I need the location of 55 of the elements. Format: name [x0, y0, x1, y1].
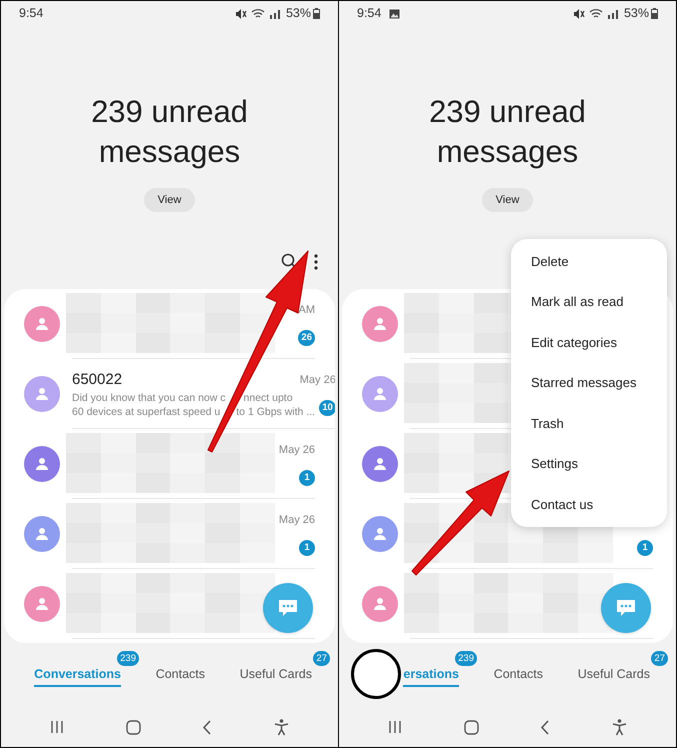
unread-badge: 26 — [298, 330, 315, 346]
menu-item[interactable]: Trash — [511, 403, 667, 444]
accessibility-icon[interactable] — [274, 718, 290, 736]
signal-icon — [606, 8, 621, 20]
tab[interactable]: Contacts — [156, 665, 206, 687]
menu-item[interactable]: Edit categories — [511, 322, 667, 362]
tab-badge: 239 — [117, 651, 139, 666]
wifi-icon — [250, 8, 265, 20]
home-icon[interactable] — [464, 720, 479, 735]
mute-icon — [234, 8, 247, 20]
accessibility-icon[interactable] — [612, 718, 628, 736]
menu-item[interactable]: Starred messages — [511, 362, 667, 403]
message-time: May 26 — [278, 512, 315, 528]
back-icon[interactable] — [540, 720, 550, 735]
unread-headline: 239 unread messages — [90, 93, 249, 172]
tab[interactable]: Contacts — [494, 665, 544, 687]
menu-item[interactable]: Delete — [511, 241, 667, 282]
chat-bubble-icon — [615, 598, 637, 618]
contact-name: 650022 — [72, 370, 124, 390]
chat-bubble-icon — [277, 598, 299, 618]
back-icon[interactable] — [202, 720, 212, 735]
recents-icon[interactable] — [50, 720, 64, 734]
unread-badge: 1 — [637, 540, 653, 556]
battery-percent: 53% — [624, 5, 649, 22]
message-time: May 26 — [278, 442, 315, 458]
status-time: 9:54 — [19, 5, 44, 22]
message-snippet: to 1 Gbps with ... — [236, 405, 316, 420]
view-button[interactable]: View — [144, 188, 196, 212]
home-icon[interactable] — [126, 720, 141, 735]
battery-icon — [313, 8, 320, 20]
recents-icon[interactable] — [388, 720, 402, 734]
battery-icon — [651, 8, 658, 20]
tab-badge: 27 — [313, 651, 330, 666]
unread-headline: 239 unread messages — [428, 93, 587, 172]
menu-item[interactable]: Contact us — [511, 484, 667, 524]
more-options-icon[interactable] — [314, 254, 318, 270]
mute-icon — [572, 8, 585, 20]
signal-icon — [268, 8, 283, 20]
message-snippet: nnect upto — [244, 391, 293, 406]
tab[interactable]: Useful Cards — [240, 665, 312, 687]
message-time: May 26 — [300, 372, 335, 388]
unread-badge: 10 — [319, 400, 335, 416]
tab-badge: 27 — [651, 651, 668, 666]
unread-badge: 1 — [299, 540, 315, 556]
view-button[interactable]: View — [482, 188, 534, 212]
status-time: 9:54 — [357, 5, 382, 22]
unread-badge: 1 — [299, 470, 315, 486]
menu-item[interactable]: Settings — [511, 444, 667, 484]
wifi-icon — [588, 8, 603, 20]
message-snippet: 60 devices at superfast speed u — [72, 405, 220, 420]
menu-item[interactable]: Mark all as read — [511, 282, 667, 322]
message-snippet: Did you know that you can now c — [72, 391, 226, 406]
tab[interactable]: Useful Cards — [578, 665, 650, 687]
tab-badge: 239 — [455, 651, 477, 666]
battery-percent: 53% — [286, 5, 311, 22]
